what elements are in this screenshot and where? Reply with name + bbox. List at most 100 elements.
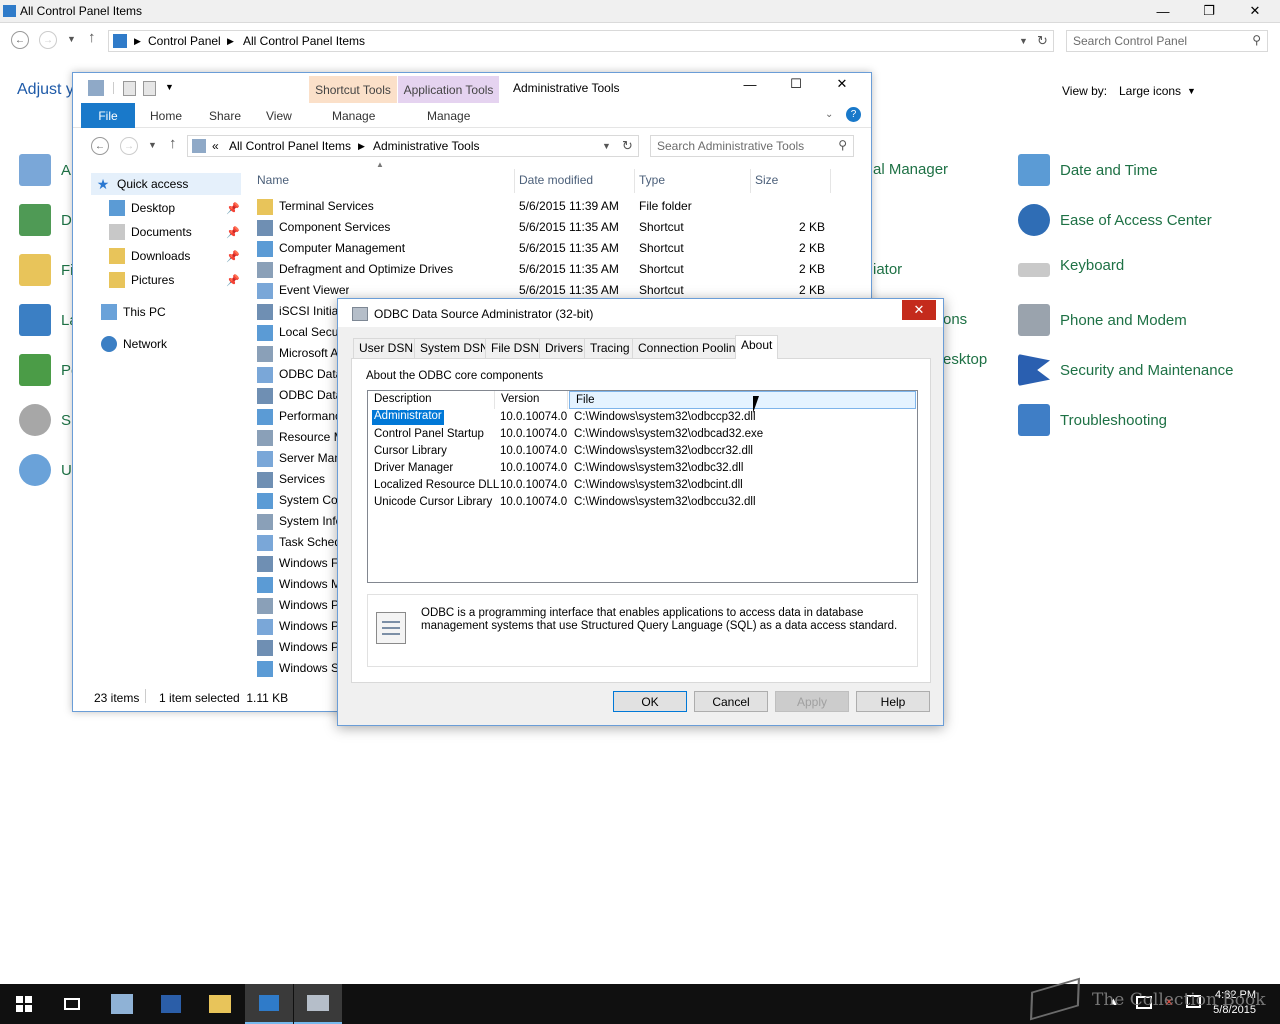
column-date-modified[interactable]: Date modified	[515, 169, 635, 193]
tab-system-dsn[interactable]: System DSN	[414, 338, 495, 358]
tab-drivers[interactable]: Drivers	[539, 338, 589, 358]
tab-connection-pooling[interactable]: Connection Pooling	[632, 338, 749, 358]
overflow-icon[interactable]: «	[212, 139, 219, 153]
column-description[interactable]: Description	[368, 391, 495, 409]
cancel-button[interactable]: Cancel	[694, 691, 768, 712]
pin-icon[interactable]: 📌	[226, 274, 240, 287]
explorer-close-button[interactable]: ✕	[819, 73, 865, 95]
cp-item-troubleshooting[interactable]: Troubleshooting	[1018, 404, 1167, 436]
explorer-minimize-button[interactable]: —	[727, 73, 773, 95]
tab-user-dsn[interactable]: User DSN	[353, 338, 420, 358]
cp-item-left-2[interactable]: D	[19, 204, 72, 236]
qat-dropdown-icon[interactable]: ▼	[165, 82, 174, 92]
control-panel-address-bar[interactable]: ▶ Control Panel ▶ All Control Panel Item…	[108, 30, 1054, 52]
nav-downloads[interactable]: Downloads	[109, 245, 241, 267]
recent-dropdown-icon[interactable]: ▼	[67, 34, 76, 44]
column-name[interactable]: Name	[253, 169, 515, 193]
address-dropdown-icon[interactable]: ▼	[602, 141, 611, 151]
tab-home[interactable]: Home	[150, 109, 182, 123]
nav-network[interactable]: Network	[101, 333, 167, 355]
cp-item-security-maintenance[interactable]: Security and Maintenance	[1018, 354, 1233, 386]
tab-file[interactable]: File	[81, 103, 135, 128]
tab-view[interactable]: View	[266, 109, 292, 123]
search-icon[interactable]: ⚲	[838, 138, 847, 152]
up-icon[interactable]: ↑	[88, 29, 96, 46]
nav-pictures[interactable]: Pictures	[109, 269, 241, 291]
cp-item-left-3[interactable]: Fi	[19, 254, 74, 286]
cp-item-phone-modem[interactable]: Phone and Modem	[1018, 304, 1187, 336]
restore-button[interactable]: ❐	[1186, 0, 1232, 22]
tab-about[interactable]: About	[735, 335, 779, 359]
refresh-icon[interactable]: ↻	[1037, 33, 1048, 49]
breadcrumb-all-items[interactable]: All Control Panel Items	[243, 34, 365, 48]
back-icon[interactable]: ←	[91, 137, 109, 155]
taskbar-odbc[interactable]	[294, 984, 342, 1024]
task-view-button[interactable]	[48, 984, 96, 1024]
cp-item-remote-desktop[interactable]: esktop	[943, 351, 987, 368]
cp-item-left-4[interactable]: La	[19, 304, 78, 336]
breadcrumb-control-panel[interactable]: Control Panel	[148, 34, 221, 48]
search-icon[interactable]: ⚲	[1252, 33, 1261, 47]
file-row[interactable]: Component Services 5/6/2015 11:35 AM Short…	[249, 217, 839, 238]
explorer-maximize-button[interactable]: ☐	[773, 73, 819, 95]
odbc-close-button[interactable]: ✕	[902, 300, 936, 320]
cp-item-region-options[interactable]: ons	[943, 311, 967, 328]
cp-item-iscsi-initiator[interactable]: iator	[873, 261, 902, 278]
pin-icon[interactable]: 📌	[226, 250, 240, 263]
help-button[interactable]: Help	[856, 691, 930, 712]
nav-desktop[interactable]: Desktop	[109, 197, 241, 219]
cp-item-device-manager[interactable]: al Manager	[873, 161, 948, 178]
tab-shortcut-tools[interactable]: Shortcut Tools	[309, 76, 397, 103]
column-version[interactable]: Version	[495, 391, 568, 409]
cp-item-left-6[interactable]: S	[19, 404, 71, 436]
cp-item-left-7[interactable]: U	[19, 454, 72, 486]
ribbon-expand-icon[interactable]: ⌄	[825, 109, 833, 120]
forward-icon[interactable]: →	[39, 31, 57, 49]
refresh-icon[interactable]: ↻	[622, 138, 633, 154]
explorer-search[interactable]: Search Administrative Tools ⚲	[650, 135, 854, 157]
cp-item-keyboard[interactable]: Keyboard	[1018, 254, 1124, 277]
tab-share[interactable]: Share	[209, 109, 241, 123]
column-type[interactable]: Type	[635, 169, 751, 193]
close-button[interactable]: ✕	[1232, 0, 1278, 22]
address-dropdown-icon[interactable]: ▼	[1019, 36, 1028, 46]
component-row[interactable]: Unicode Cursor Library 10.0.10074.0 C:\Win…	[368, 494, 917, 511]
tab-manage-application[interactable]: Manage	[427, 109, 470, 123]
ok-button[interactable]: OK	[613, 691, 687, 712]
component-row[interactable]: Control Panel Startup 10.0.10074.0 C:\Wind…	[368, 426, 917, 443]
tab-application-tools[interactable]: Application Tools	[398, 76, 499, 103]
recent-dropdown-icon[interactable]: ▼	[148, 140, 157, 150]
component-row[interactable]: Administrator 10.0.10074.0 C:\Windows\syst…	[368, 409, 917, 426]
minimize-button[interactable]: —	[1140, 0, 1186, 22]
column-file[interactable]: File	[569, 391, 916, 409]
nav-quick-access[interactable]: ★ Quick access	[91, 173, 241, 195]
component-row[interactable]: Driver Manager 10.0.10074.0 C:\Windows\sys…	[368, 460, 917, 477]
cp-item-date-time[interactable]: Date and Time	[1018, 154, 1158, 186]
tab-file-dsn[interactable]: File DSN	[485, 338, 546, 358]
breadcrumb-admin-tools[interactable]: Administrative Tools	[373, 139, 480, 153]
taskbar-file-explorer[interactable]	[196, 984, 244, 1024]
chevron-down-icon[interactable]: ▼	[1187, 86, 1196, 96]
taskbar-powershell[interactable]	[147, 984, 195, 1024]
breadcrumb-all-items[interactable]: All Control Panel Items	[229, 139, 351, 153]
up-icon[interactable]: ↑	[169, 135, 177, 152]
taskbar-control-panel[interactable]	[245, 984, 293, 1024]
cp-item-ease-of-access[interactable]: Ease of Access Center	[1018, 204, 1212, 236]
tab-manage-shortcut[interactable]: Manage	[332, 109, 375, 123]
component-row[interactable]: Cursor Library 10.0.10074.0 C:\Windows\sys…	[368, 443, 917, 460]
nav-documents[interactable]: Documents	[109, 221, 241, 243]
properties-icon[interactable]	[123, 81, 136, 96]
file-row[interactable]: Defragment and Optimize Drives 5/6/2015 1…	[249, 259, 839, 280]
cp-item-left-1[interactable]: A	[19, 154, 71, 186]
view-by-dropdown[interactable]: Large icons	[1119, 84, 1181, 98]
nav-this-pc[interactable]: This PC	[101, 301, 166, 323]
components-list[interactable]: Description Version File Administrator 10…	[367, 390, 918, 583]
file-row[interactable]: Terminal Services 5/6/2015 11:39 AM File f…	[249, 196, 839, 217]
back-icon[interactable]: ←	[11, 31, 29, 49]
control-panel-search[interactable]: Search Control Panel ⚲	[1066, 30, 1268, 52]
cp-item-left-5[interactable]: Pe	[19, 354, 79, 386]
new-folder-icon[interactable]	[143, 81, 156, 96]
file-row[interactable]: Computer Management 5/6/2015 11:35 AM Shor…	[249, 238, 839, 259]
apply-button[interactable]: Apply	[775, 691, 849, 712]
component-row[interactable]: Localized Resource DLL 10.0.10074.0 C:\Win…	[368, 477, 917, 494]
